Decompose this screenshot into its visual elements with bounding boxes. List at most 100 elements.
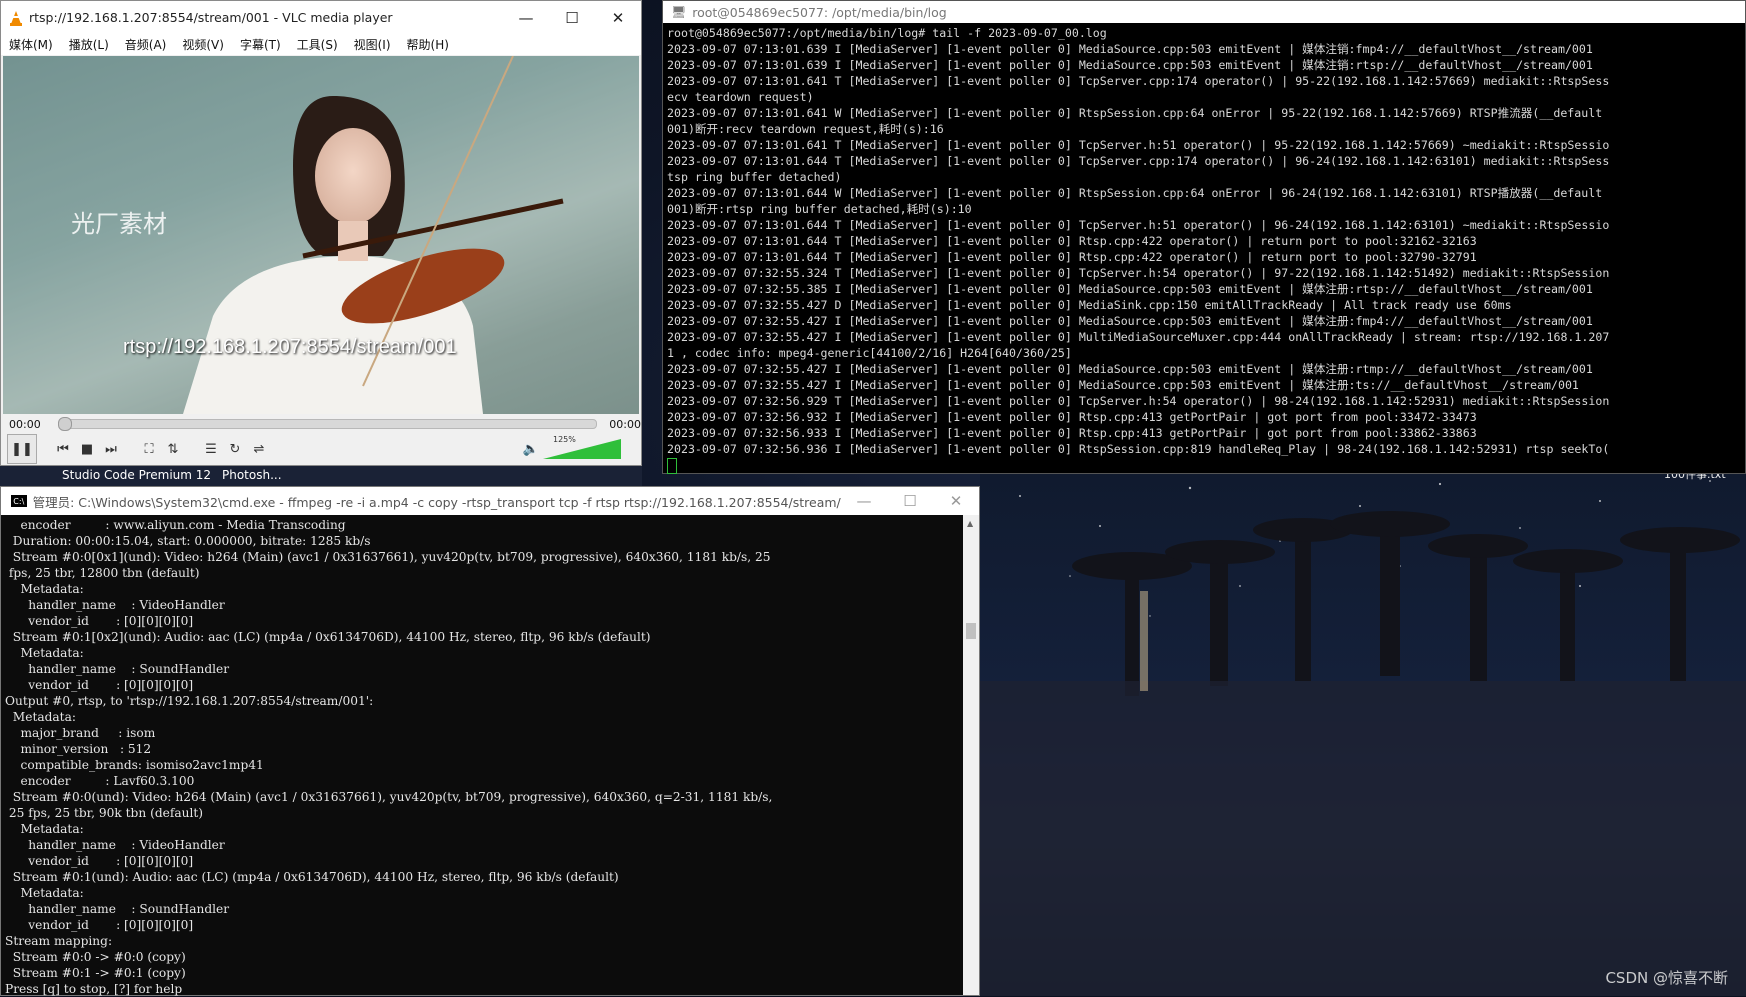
terminal-title: root@054869ec5077: /opt/media/bin/log <box>692 4 947 20</box>
menu-view[interactable]: 视图(I) <box>346 36 399 53</box>
terminal-log-line: 2023-09-07 07:13:01.644 T [MediaServer] … <box>667 234 1477 248</box>
terminal-log-line: 2023-09-07 07:32:56.936 I [MediaServer] … <box>667 442 1610 456</box>
terminal-log-line: root@054869ec5077:/opt/media/bin/log# ta… <box>667 26 1107 40</box>
terminal-log-line: 2023-09-07 07:32:55.427 I [MediaServer] … <box>667 314 1593 328</box>
terminal-log-line: tsp ring buffer detached) <box>667 170 842 184</box>
cmd-output-line: Stream mapping: <box>5 934 113 948</box>
menu-media[interactable]: 媒体(M) <box>1 36 61 53</box>
cmd-output-line: Output #0, rtsp, to 'rtsp://192.168.1.20… <box>5 694 374 708</box>
terminal-log-line: 001)断开:recv teardown request,耗时(s):16 <box>667 122 944 136</box>
seek-bar-row: 00:00 00:00 <box>1 415 641 433</box>
taskbar-label-photoshop[interactable]: Photosh... <box>222 468 282 482</box>
time-total: 00:00 <box>609 417 641 431</box>
terminal-log-line: 2023-09-07 07:32:56.932 I [MediaServer] … <box>667 410 1477 424</box>
terminal-log-line: 2023-09-07 07:13:01.641 W [MediaServer] … <box>667 106 1603 120</box>
menu-subtitle[interactable]: 字幕(T) <box>232 36 289 53</box>
ssh-terminal-window: 🖥 root@054869ec5077: /opt/media/bin/log … <box>662 0 1746 474</box>
terminal-log-line: 2023-09-07 07:13:01.644 T [MediaServer] … <box>667 218 1610 232</box>
cmd-output-line: vendor_id : [0][0][0][0] <box>5 918 194 932</box>
vlc-titlebar[interactable]: rtsp://192.168.1.207:8554/stream/001 - V… <box>1 1 641 34</box>
cmd-scrollbar[interactable]: ▲ <box>963 515 979 995</box>
pause-button[interactable]: ❚❚ <box>7 434 37 464</box>
cmd-output-line: minor_version : 512 <box>5 742 152 756</box>
terminal-log-line: 2023-09-07 07:13:01.641 T [MediaServer] … <box>667 138 1610 152</box>
cmd-output-line: Stream #0:0 -> #0:0 (copy) <box>5 950 186 964</box>
vlc-cone-icon <box>9 10 23 26</box>
vlc-menubar: 媒体(M) 播放(L) 音频(A) 视频(V) 字幕(T) 工具(S) 视图(I… <box>1 34 641 55</box>
maximize-button[interactable]: ☐ <box>549 1 595 34</box>
cmd-output-line: Metadata: <box>5 886 84 900</box>
next-icon[interactable]: ⏭ <box>99 437 123 461</box>
desktop-wallpaper <box>980 466 1746 996</box>
cmd-output-line: vendor_id : [0][0][0][0] <box>5 614 194 628</box>
terminal-log-line: 2023-09-07 07:32:55.427 I [MediaServer] … <box>667 362 1593 376</box>
menu-playback[interactable]: 播放(L) <box>61 36 117 53</box>
cmd-icon: C:\ <box>11 495 27 507</box>
minimize-button[interactable]: — <box>503 1 549 34</box>
seek-slider[interactable] <box>57 417 598 431</box>
terminal-log-line: 2023-09-07 07:13:01.644 T [MediaServer] … <box>667 154 1610 168</box>
terminal-output[interactable]: root@054869ec5077:/opt/media/bin/log# ta… <box>663 23 1745 475</box>
terminal-log-line: 2023-09-07 07:13:01.639 I [MediaServer] … <box>667 58 1593 72</box>
cmd-output-line: Stream #0:0[0x1](und): Video: h264 (Main… <box>5 550 771 564</box>
menu-tools[interactable]: 工具(S) <box>289 36 346 53</box>
terminal-log-line: 2023-09-07 07:13:01.641 T [MediaServer] … <box>667 74 1610 88</box>
volume-slider[interactable]: 125% <box>543 435 621 461</box>
cmd-minimize-button[interactable]: — <box>841 487 887 515</box>
cmd-close-button[interactable]: ✕ <box>933 487 979 515</box>
menu-help[interactable]: 帮助(H) <box>399 36 457 53</box>
terminal-log-line: 2023-09-07 07:32:55.324 T [MediaServer] … <box>667 266 1610 280</box>
terminal-titlebar[interactable]: 🖥 root@054869ec5077: /opt/media/bin/log <box>663 1 1745 23</box>
terminal-log-line: 2023-09-07 07:32:55.385 I [MediaServer] … <box>667 282 1593 296</box>
cmd-output-line: handler_name : SoundHandler <box>5 902 230 916</box>
playback-controls: ❚❚ ⏮ ■ ⏭ ⛶ ⇅ ☰ ↻ ⇌ 🔈 125% <box>1 433 641 465</box>
stop-icon[interactable]: ■ <box>75 437 99 461</box>
taskbar-label-studio-code[interactable]: Studio Code Premium 12 <box>62 468 211 482</box>
terminal-log-line: 2023-09-07 07:32:55.427 I [MediaServer] … <box>667 378 1579 392</box>
taskbar-labels: Studio Code Premium 12 Photosh... <box>0 466 642 486</box>
terminal-log-line: 2023-09-07 07:13:01.644 T [MediaServer] … <box>667 250 1477 264</box>
cmd-output-line: major_brand : isom <box>5 726 156 740</box>
cmd-output-line: compatible_brands: isomiso2avc1mp41 <box>5 758 264 772</box>
cmd-output-line: handler_name : SoundHandler <box>5 662 230 676</box>
cmd-output-line: vendor_id : [0][0][0][0] <box>5 854 194 868</box>
extended-settings-icon[interactable]: ⇅ <box>161 437 185 461</box>
terminal-log-line: 2023-09-07 07:13:01.644 W [MediaServer] … <box>667 186 1603 200</box>
cmd-titlebar[interactable]: C:\ 管理员: C:\Windows\System32\cmd.exe - f… <box>1 487 979 515</box>
scrollbar-thumb[interactable] <box>966 623 976 639</box>
cmd-output-line: fps, 25 tbr, 12800 tbn (default) <box>5 566 200 580</box>
putty-icon: 🖥 <box>671 5 687 19</box>
fullscreen-icon[interactable]: ⛶ <box>137 437 161 461</box>
time-elapsed: 00:00 <box>9 417 41 431</box>
close-button[interactable]: ✕ <box>595 1 641 34</box>
cmd-maximize-button[interactable]: ☐ <box>887 487 933 515</box>
terminal-log-line: 001)断开:rtsp ring buffer detached,耗时(s):1… <box>667 202 972 216</box>
volume-percent: 125% <box>553 435 576 444</box>
cmd-output-line: handler_name : VideoHandler <box>5 838 225 852</box>
shuffle-icon[interactable]: ⇌ <box>247 437 271 461</box>
video-subtitle: rtsp://192.168.1.207:8554/stream/001 <box>123 336 457 358</box>
terminal-log-line: 2023-09-07 07:32:55.427 I [MediaServer] … <box>667 330 1610 344</box>
terminal-log-line: 2023-09-07 07:32:56.933 I [MediaServer] … <box>667 426 1477 440</box>
cmd-window: C:\ 管理员: C:\Windows\System32\cmd.exe - f… <box>0 486 980 996</box>
cmd-output-line: encoder : Lavf60.3.100 <box>5 774 195 788</box>
cmd-output-line: handler_name : VideoHandler <box>5 598 225 612</box>
loop-icon[interactable]: ↻ <box>223 437 247 461</box>
cmd-output-line: Metadata: <box>5 822 84 836</box>
cmd-output-line: Metadata: <box>5 710 76 724</box>
terminal-log-line: 1 , codec info: mpeg4-generic[44100/2/16… <box>667 346 1072 360</box>
terminal-log-line: ecv teardown request) <box>667 90 814 104</box>
cmd-output[interactable]: encoder : www.aliyun.com - Media Transco… <box>1 515 964 997</box>
cmd-output-line: 25 fps, 25 tbr, 90k tbn (default) <box>5 806 204 820</box>
cmd-output-line: Metadata: <box>5 646 84 660</box>
scroll-up-icon[interactable]: ▲ <box>967 519 973 528</box>
seek-handle[interactable] <box>57 417 72 431</box>
cmd-output-line: Metadata: <box>5 582 84 596</box>
previous-icon[interactable]: ⏮ <box>51 437 75 461</box>
video-display[interactable]: 光厂素材 rtsp://192.168.1.207:8554/stream/00… <box>3 56 639 414</box>
playlist-icon[interactable]: ☰ <box>199 437 223 461</box>
menu-audio[interactable]: 音频(A) <box>117 36 175 53</box>
menu-video[interactable]: 视频(V) <box>174 36 232 53</box>
terminal-log-line: 2023-09-07 07:32:55.427 D [MediaServer] … <box>667 298 1512 312</box>
speaker-icon[interactable]: 🔈 <box>519 437 543 461</box>
